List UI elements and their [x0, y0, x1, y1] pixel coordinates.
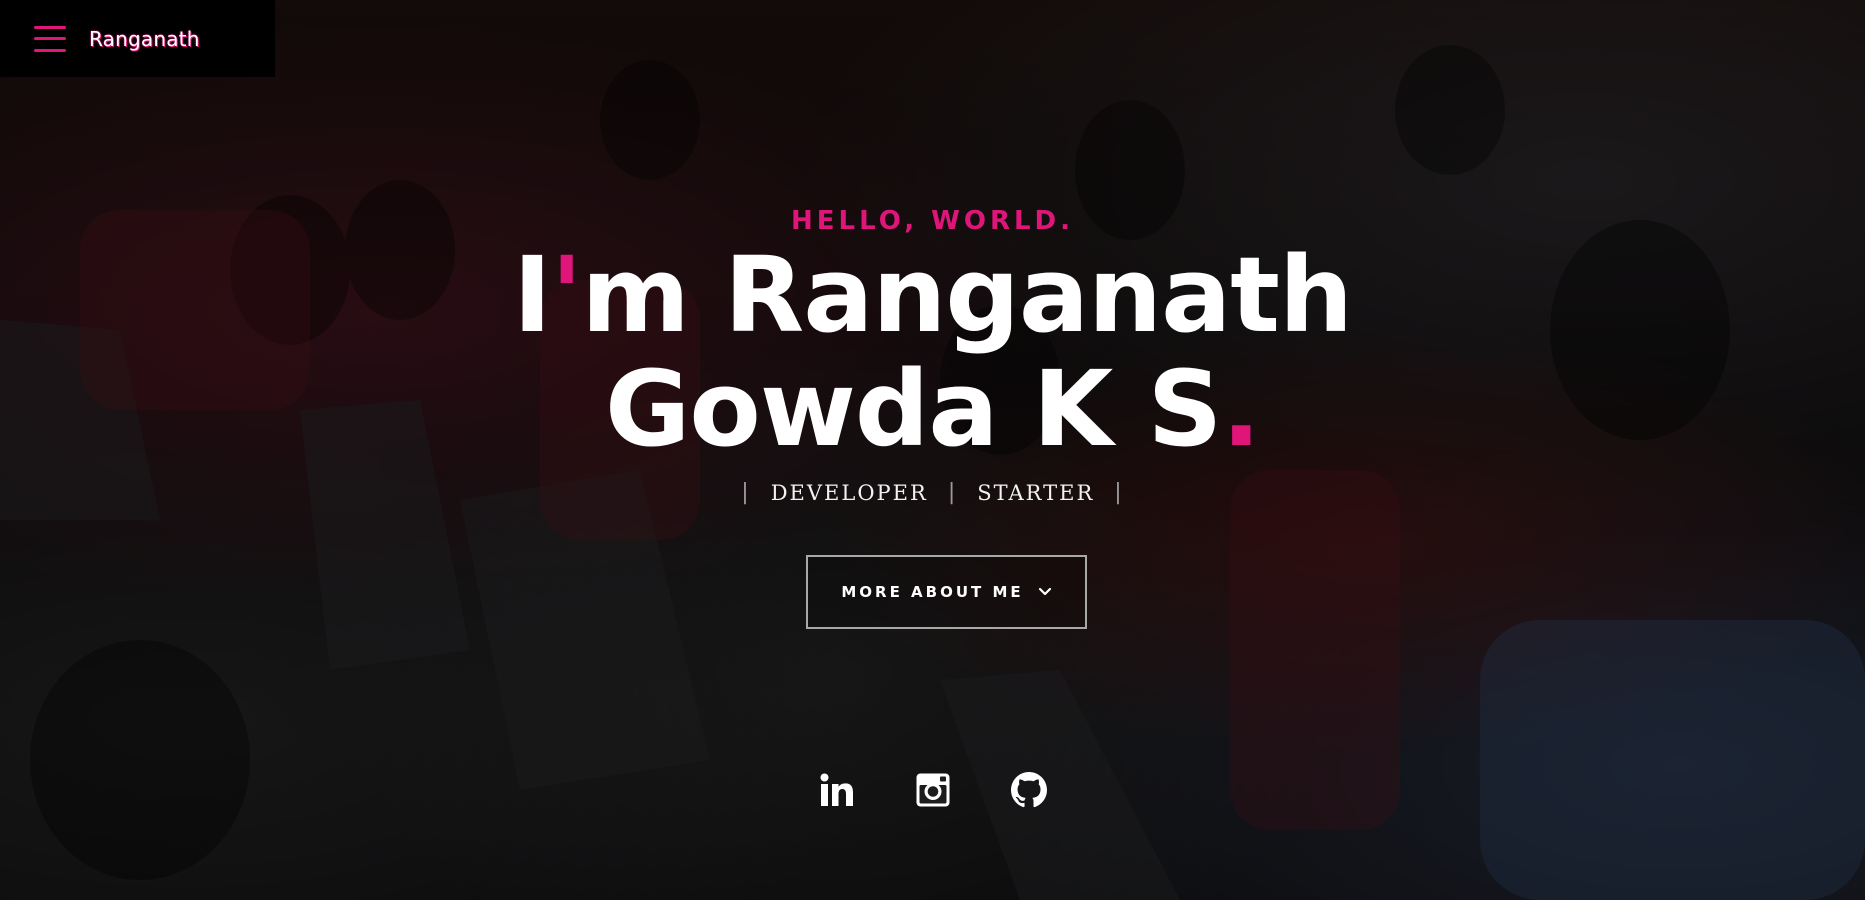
hero-headline: I'm Ranganath Gowda K S.: [0, 238, 1865, 466]
brand-name[interactable]: Ranganath: [89, 27, 200, 51]
chevron-down-icon: [1038, 587, 1052, 597]
hamburger-menu-icon[interactable]: [34, 25, 66, 52]
menu-line: [34, 48, 66, 52]
headline-line-2: Gowda K S.: [0, 352, 1865, 466]
more-about-me-label: MORE ABOUT ME: [841, 583, 1024, 601]
linkedin-icon[interactable]: [819, 772, 855, 808]
headline-prefix: I: [512, 234, 552, 356]
menu-line: [34, 37, 66, 40]
headline-apostrophe: ': [550, 234, 583, 356]
role-developer: DEVELOPER: [770, 480, 928, 505]
role-separator: |: [947, 480, 958, 505]
roles-list: | DEVELOPER | STARTER |: [0, 480, 1865, 505]
page: Ranganath HELLO, WORLD. I'm Ranganath Go…: [0, 0, 1865, 900]
headline-surname: Gowda K S: [605, 348, 1222, 470]
hero-greeting: HELLO, WORLD.: [790, 206, 1075, 236]
more-about-me-button[interactable]: MORE ABOUT ME: [806, 555, 1087, 629]
role-separator: |: [1114, 480, 1124, 505]
headline-rest: m Ranganath: [581, 234, 1353, 356]
social-links: [0, 772, 1865, 808]
github-icon[interactable]: [1010, 772, 1047, 808]
menu-line: [34, 25, 66, 29]
role-starter: STARTER: [977, 480, 1095, 505]
role-separator: |: [741, 480, 751, 505]
headline-line-1: I'm Ranganath: [0, 238, 1865, 352]
header-brand-bar: Ranganath: [0, 0, 275, 77]
headline-dot: .: [1221, 348, 1261, 470]
instagram-icon[interactable]: [915, 772, 951, 808]
